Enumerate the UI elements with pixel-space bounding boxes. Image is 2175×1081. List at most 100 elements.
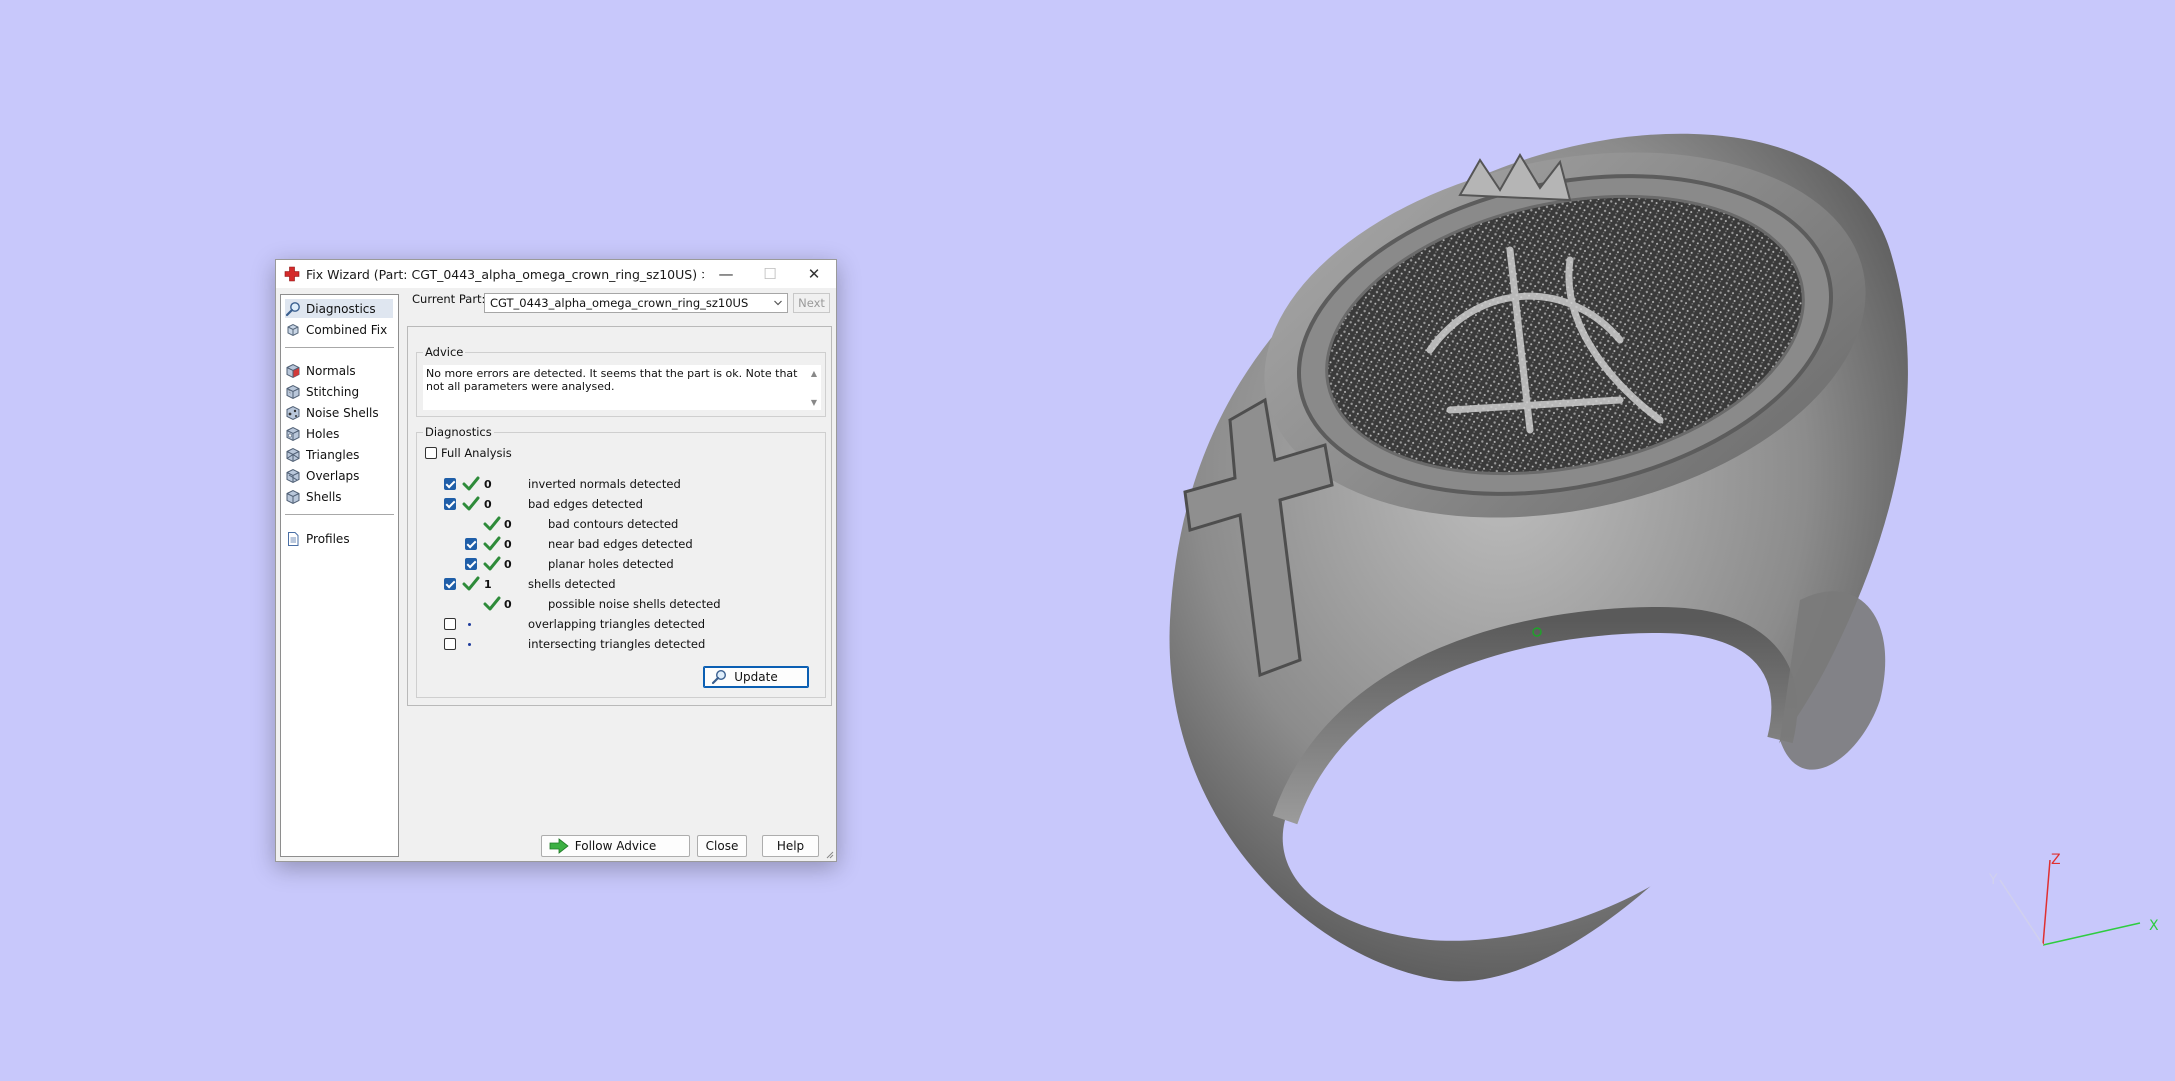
red-cross-icon xyxy=(284,266,300,282)
full-analysis-label: Full Analysis xyxy=(441,446,512,460)
ok-check-icon xyxy=(483,516,501,531)
diag-checkbox[interactable] xyxy=(444,478,456,490)
current-part-value: CGT_0443_alpha_omega_crown_ring_sz10US xyxy=(490,296,749,310)
scroll-up-arrow-icon[interactable]: ▲ xyxy=(811,367,817,380)
resize-grip-icon[interactable] xyxy=(824,849,834,859)
sidebar-item-stitching[interactable]: Stitching xyxy=(285,382,359,401)
diag-checkbox[interactable] xyxy=(444,618,456,630)
ok-check-icon xyxy=(483,536,501,551)
diag-checkbox[interactable] xyxy=(444,638,456,650)
update-button[interactable]: Update xyxy=(703,666,809,688)
sidebar-divider xyxy=(285,514,394,515)
title-bar[interactable]: Fix Wizard (Part: CGT_0443_alpha_omega_c… xyxy=(276,260,836,288)
maximize-button[interactable]: ☐ xyxy=(748,260,792,288)
advice-group: Advice No more errors are detected. It s… xyxy=(416,345,826,417)
sidebar-item-shells[interactable]: Shells xyxy=(285,487,342,506)
sidebar-divider xyxy=(285,347,394,348)
diagnostics-group: Diagnostics Full Analysis 0 inverted nor… xyxy=(416,425,826,698)
diag-checkbox[interactable] xyxy=(444,578,456,590)
document-icon xyxy=(285,531,301,547)
diag-checkbox[interactable] xyxy=(444,498,456,510)
combined-fix-icon xyxy=(285,322,301,338)
ok-check-icon xyxy=(462,476,480,491)
diagnostics-title: Diagnostics xyxy=(423,425,494,439)
sidebar-item-label: Shells xyxy=(306,489,342,504)
ok-check-icon xyxy=(462,576,480,591)
sidebar-item-label: Stitching xyxy=(306,384,360,399)
stitching-cube-icon xyxy=(285,384,301,400)
sidebar-item-profiles[interactable]: Profiles xyxy=(285,529,350,548)
diag-label: shells detected xyxy=(528,577,616,591)
sidebar-item-triangles[interactable]: Triangles xyxy=(285,445,359,464)
diag-count: 0 xyxy=(504,538,512,551)
overlaps-cube-icon xyxy=(285,468,301,484)
advice-text: No more errors are detected. It seems th… xyxy=(426,367,798,393)
diag-label: near bad edges detected xyxy=(548,537,693,551)
sidebar-item-label: Profiles xyxy=(306,531,350,546)
diag-label: bad edges detected xyxy=(528,497,643,511)
follow-advice-label: Follow Advice xyxy=(574,839,657,853)
shells-cube-icon xyxy=(285,489,301,505)
chevron-down-icon xyxy=(773,294,783,319)
diag-count: 0 xyxy=(504,558,512,571)
close-button[interactable]: Close xyxy=(697,835,747,857)
diag-label: inverted normals detected xyxy=(528,477,681,491)
sidebar-item-diagnostics[interactable]: Diagnostics xyxy=(285,299,393,318)
advice-text-box[interactable]: No more errors are detected. It seems th… xyxy=(423,365,821,410)
axis-triad-icon: X Z Y xyxy=(1988,852,2159,946)
ok-check-icon xyxy=(462,496,480,511)
help-button[interactable]: Help xyxy=(762,835,819,857)
window-title: Fix Wizard (Part: CGT_0443_alpha_omega_c… xyxy=(306,266,704,282)
ok-check-icon xyxy=(483,556,501,571)
diag-label: bad contours detected xyxy=(548,517,679,531)
diag-count: 0 xyxy=(504,598,512,611)
z-axis-label: Z xyxy=(2051,852,2061,868)
x-axis-label: X xyxy=(2149,918,2159,934)
sidebar-item-normals[interactable]: Normals xyxy=(285,361,356,380)
scroll-down-arrow-icon[interactable]: ▼ xyxy=(811,396,817,409)
diag-label: planar holes detected xyxy=(548,557,674,571)
sidebar-item-label: Noise Shells xyxy=(306,405,379,420)
next-button[interactable]: Next xyxy=(793,293,830,313)
sidebar-item-label: Diagnostics xyxy=(306,301,376,316)
normals-cube-icon xyxy=(285,363,301,379)
current-part-label: Current Part: xyxy=(412,292,486,306)
diag-checkbox[interactable] xyxy=(465,538,477,550)
diag-count: 0 xyxy=(484,478,492,491)
diag-count: 0 xyxy=(484,498,492,511)
minimize-button[interactable]: — xyxy=(704,260,748,288)
update-label: Update xyxy=(734,670,778,684)
not-analysed-dot-icon xyxy=(468,623,471,626)
green-arrow-icon xyxy=(549,838,569,854)
sidebar-item-label: Normals xyxy=(306,363,356,378)
noise-shells-icon xyxy=(285,405,301,421)
sidebar-item-label: Combined Fix xyxy=(306,322,388,337)
diag-label: intersecting triangles detected xyxy=(528,637,706,651)
follow-advice-button[interactable]: Follow Advice xyxy=(541,835,690,857)
sidebar-item-label: Holes xyxy=(306,426,340,441)
diag-checkbox[interactable] xyxy=(465,558,477,570)
sidebar-item-holes[interactable]: Holes xyxy=(285,424,339,443)
diag-label: overlapping triangles detected xyxy=(528,617,706,631)
fix-wizard-dialog: Fix Wizard (Part: CGT_0443_alpha_omega_c… xyxy=(275,259,837,862)
full-analysis-checkbox[interactable] xyxy=(425,447,437,459)
diagnostics-panel: Advice No more errors are detected. It s… xyxy=(407,326,832,706)
wizard-sidebar: Diagnostics Combined Fix Normals Stitchi… xyxy=(280,294,399,857)
y-axis-label: Y xyxy=(1988,872,1998,888)
sidebar-item-label: Triangles xyxy=(306,447,360,462)
diag-count: 1 xyxy=(484,578,492,591)
ok-check-icon xyxy=(483,596,501,611)
sidebar-item-combined-fix[interactable]: Combined Fix xyxy=(285,320,387,339)
close-window-button[interactable]: ✕ xyxy=(792,260,836,288)
advice-title: Advice xyxy=(423,345,466,359)
magnifier-icon xyxy=(711,669,727,685)
current-part-select[interactable]: CGT_0443_alpha_omega_crown_ring_sz10US xyxy=(484,293,788,313)
sidebar-item-noise-shells[interactable]: Noise Shells xyxy=(285,403,379,422)
y-axis-line xyxy=(1999,879,2044,946)
sidebar-item-label: Overlaps xyxy=(306,468,360,483)
magnifier-icon xyxy=(285,301,301,317)
holes-cube-icon xyxy=(285,426,301,442)
sidebar-item-overlaps[interactable]: Overlaps xyxy=(285,466,359,485)
z-axis-line xyxy=(2042,859,2051,946)
diag-label: possible noise shells detected xyxy=(548,597,721,611)
